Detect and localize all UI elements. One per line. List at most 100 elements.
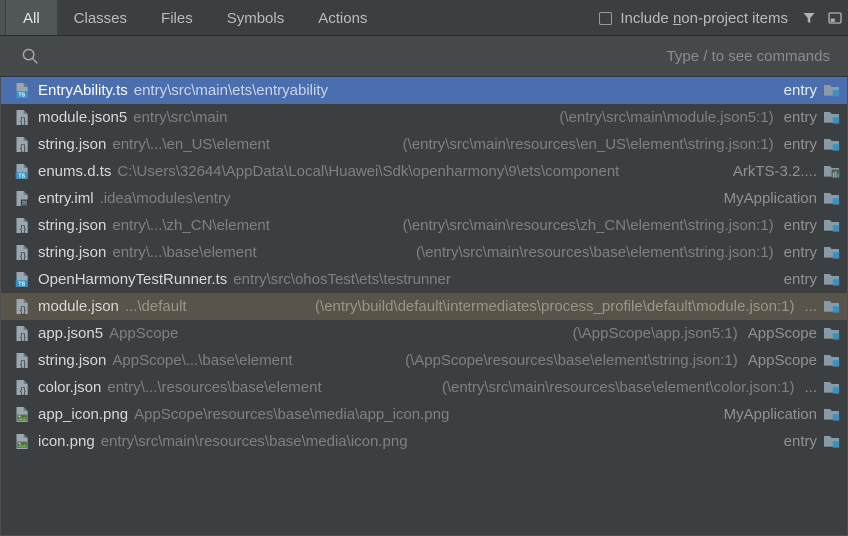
tab-all[interactable]: All bbox=[6, 0, 57, 36]
result-location: entry\...\base\element bbox=[112, 244, 257, 261]
tab-symbols[interactable]: Symbols bbox=[210, 0, 302, 36]
module-folder-icon bbox=[823, 352, 841, 369]
module-folder-icon bbox=[823, 82, 841, 99]
result-full-path: (\entry\build\default\intermediates\proc… bbox=[315, 298, 795, 315]
result-module-name: MyApplication bbox=[723, 190, 817, 207]
result-module-name: MyApplication bbox=[723, 406, 817, 423]
module-folder-icon bbox=[823, 433, 841, 450]
result-row[interactable]: {} string.json entry\...\zh_CN\element (\en… bbox=[1, 212, 847, 239]
svg-text:{}: {} bbox=[20, 332, 26, 342]
result-row[interactable]: TS enums.d.ts C:\Users\32644\AppData\Local… bbox=[1, 158, 847, 185]
include-label-post: on-project items bbox=[681, 9, 788, 27]
result-file-name: string.json bbox=[38, 136, 107, 153]
svg-text:{}: {} bbox=[20, 359, 26, 369]
json-file-icon: {} bbox=[14, 298, 31, 315]
result-module-name: ... bbox=[804, 379, 817, 396]
result-module-name: AppScope bbox=[747, 325, 817, 342]
result-full-path: (\entry\src\main\resources\zh_CN\element… bbox=[402, 217, 774, 234]
tab-files-label: Files bbox=[161, 9, 193, 27]
result-file-name: app_icon.png bbox=[38, 406, 129, 423]
module-folder-icon bbox=[823, 109, 841, 126]
search-row[interactable]: Type / to see commands bbox=[0, 36, 848, 77]
svg-text:{}: {} bbox=[20, 386, 26, 396]
result-file-name: string.json bbox=[38, 244, 107, 261]
result-file-name: OpenHarmonyTestRunner.ts bbox=[38, 271, 228, 288]
result-file-name: EntryAbility.ts bbox=[38, 82, 128, 99]
module-folder-icon bbox=[823, 190, 841, 207]
result-file-name: color.json bbox=[38, 379, 102, 396]
result-row[interactable]: app_icon.png AppScope\resources\base\medi… bbox=[1, 401, 847, 428]
result-full-path: (\AppScope\resources\base\element\string… bbox=[405, 352, 738, 369]
search-input[interactable] bbox=[40, 47, 667, 65]
result-full-path: (\AppScope\app.json5:1) bbox=[572, 325, 738, 342]
result-module-name: ... bbox=[804, 298, 817, 315]
result-module-name: entry bbox=[783, 82, 817, 99]
dialog-left-edge bbox=[0, 0, 5, 36]
tab-files[interactable]: Files bbox=[144, 0, 210, 36]
result-location: entry\src\main bbox=[133, 109, 228, 126]
result-row[interactable]: TS EntryAbility.ts entry\src\main\ets\entr… bbox=[1, 77, 847, 104]
ts-file-icon: TS bbox=[14, 163, 31, 180]
result-module-name: entry bbox=[783, 109, 817, 126]
tab-symbols-label: Symbols bbox=[226, 9, 285, 27]
result-location: entry\...\en_US\element bbox=[112, 136, 270, 153]
result-module-name: AppScope bbox=[747, 352, 817, 369]
results-list[interactable]: TS EntryAbility.ts entry\src\main\ets\entr… bbox=[0, 77, 848, 536]
search-everywhere-dialog: All Classes Files Symbols Actions Includ… bbox=[0, 0, 848, 536]
svg-text:TS: TS bbox=[18, 281, 25, 287]
result-location: entry\src\ohosTest\ets\testrunner bbox=[233, 271, 451, 288]
result-file-name: string.json bbox=[38, 352, 107, 369]
result-file-name: string.json bbox=[38, 217, 107, 234]
result-file-name: entry.iml bbox=[38, 190, 94, 207]
result-module-name: entry bbox=[783, 244, 817, 261]
result-row[interactable]: entry.iml .idea\modules\entry MyApplicatio… bbox=[1, 185, 847, 212]
search-commands-hint: Type / to see commands bbox=[666, 47, 830, 65]
tab-actions[interactable]: Actions bbox=[301, 0, 384, 36]
svg-text:{}: {} bbox=[20, 143, 26, 153]
result-location: C:\Users\32644\AppData\Local\Huawei\Sdk\… bbox=[117, 163, 620, 180]
result-file-name: module.json bbox=[38, 298, 119, 315]
result-row[interactable]: {} string.json entry\...\en_US\element (\en… bbox=[1, 131, 847, 158]
iml-file-icon bbox=[14, 190, 31, 207]
result-location: .idea\modules\entry bbox=[99, 190, 231, 207]
result-row[interactable]: {} string.json AppScope\...\base\element (\… bbox=[1, 347, 847, 374]
result-location: entry\src\main\ets\entryability bbox=[133, 82, 328, 99]
result-module-name: entry bbox=[783, 136, 817, 153]
svg-text:{}: {} bbox=[20, 305, 26, 315]
result-row[interactable]: icon.png entry\src\main\resources\base\me… bbox=[1, 428, 847, 455]
result-full-path: (\entry\src\main\resources\en_US\element… bbox=[402, 136, 774, 153]
include-non-project-items-checkbox[interactable]: Include non-project items bbox=[599, 0, 796, 36]
result-location: ...\default bbox=[124, 298, 187, 315]
module-folder-icon bbox=[823, 271, 841, 288]
filter-button[interactable] bbox=[796, 0, 822, 36]
result-module-name: entry bbox=[783, 271, 817, 288]
result-file-name: enums.d.ts bbox=[38, 163, 112, 180]
search-icon bbox=[20, 46, 40, 66]
result-row[interactable]: {} string.json entry\...\base\element (\ent… bbox=[1, 239, 847, 266]
tab-classes-label: Classes bbox=[73, 9, 128, 27]
json-file-icon: {} bbox=[14, 244, 31, 261]
result-row[interactable]: {} color.json entry\...\resources\base\ele… bbox=[1, 374, 847, 401]
ts-file-icon: TS bbox=[14, 82, 31, 99]
module-folder-icon bbox=[823, 325, 841, 342]
tab-bar-spacer bbox=[384, 0, 599, 36]
module-folder-icon bbox=[823, 379, 841, 396]
json-file-icon: {} bbox=[14, 352, 31, 369]
result-full-path: (\entry\src\main\resources\base\element\… bbox=[441, 379, 795, 396]
image-file-icon bbox=[14, 406, 31, 423]
preview-panel-button[interactable] bbox=[822, 0, 848, 36]
result-row[interactable]: TS OpenHarmonyTestRunner.ts entry\src\ohos… bbox=[1, 266, 847, 293]
result-row[interactable]: {} module.json ...\default (\entry\build\de… bbox=[1, 293, 847, 320]
preview-panel-icon bbox=[827, 10, 843, 26]
result-row[interactable]: {} module.json5 entry\src\main (\entry\src\… bbox=[1, 104, 847, 131]
svg-text:{}: {} bbox=[20, 251, 26, 261]
result-row[interactable]: {} app.json5 AppScope (\AppScope\app.json5:… bbox=[1, 320, 847, 347]
include-non-project-items-label: Include non-project items bbox=[620, 10, 788, 27]
result-file-name: icon.png bbox=[38, 433, 95, 450]
result-module-name: entry bbox=[783, 433, 817, 450]
result-full-path: (\entry\src\main\module.json5:1) bbox=[559, 109, 774, 126]
tab-classes[interactable]: Classes bbox=[57, 0, 144, 36]
checkbox-box[interactable] bbox=[599, 11, 613, 25]
svg-text:TS: TS bbox=[18, 92, 25, 98]
result-module-name: entry bbox=[783, 217, 817, 234]
